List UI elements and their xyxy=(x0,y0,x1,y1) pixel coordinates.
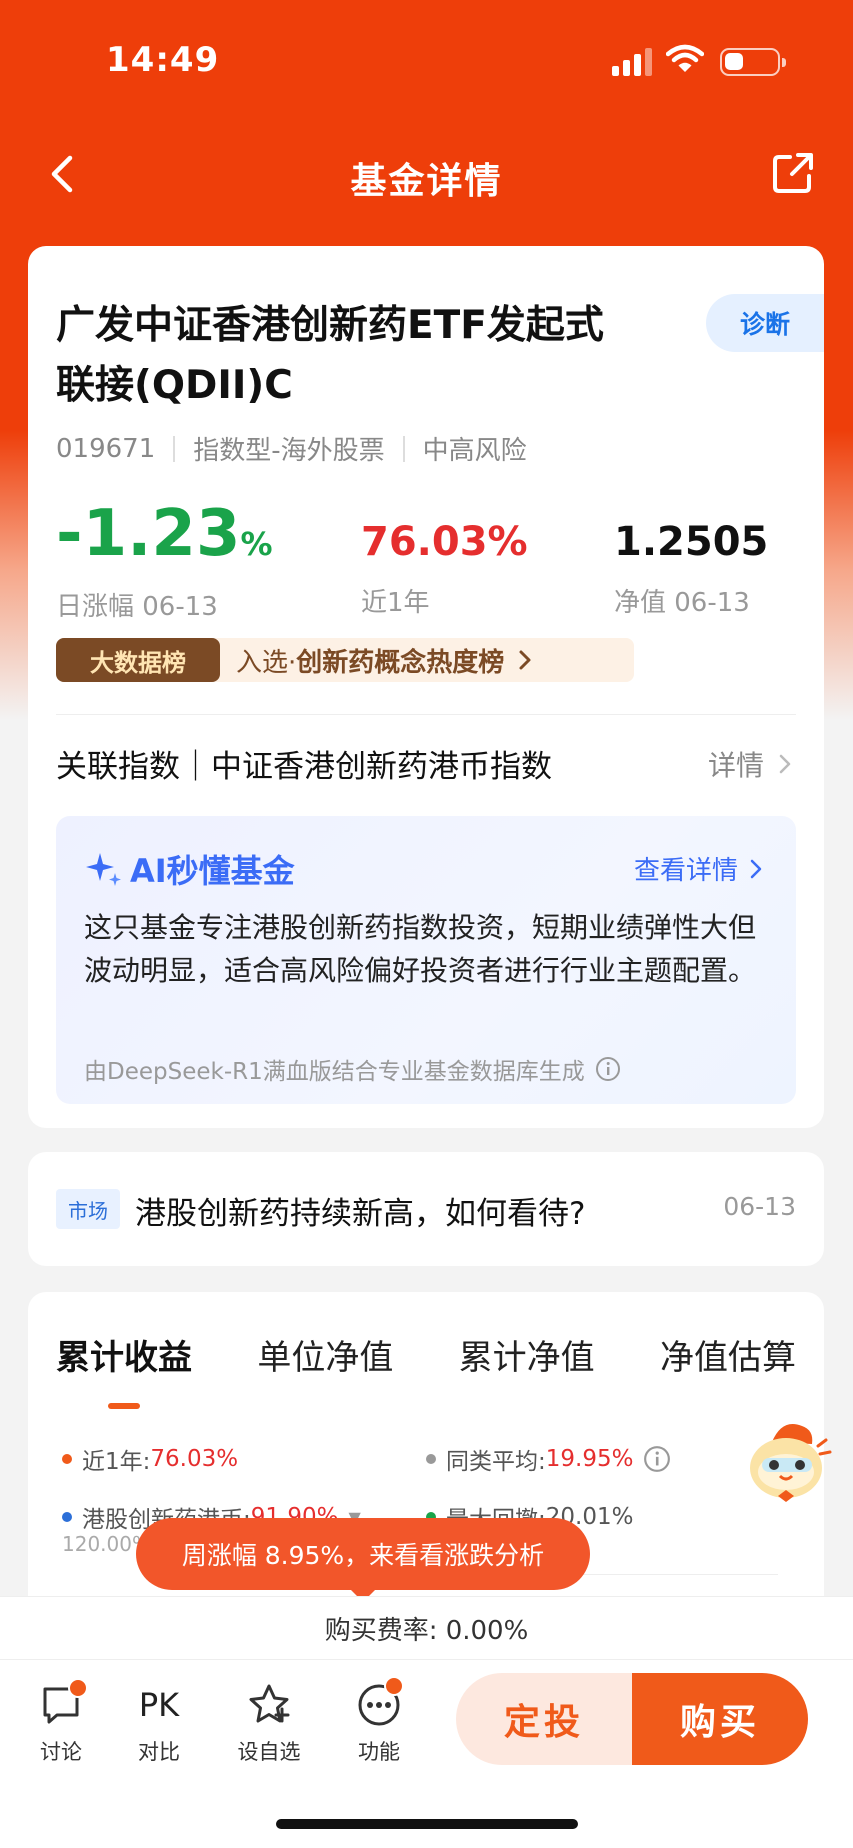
related-index-detail-link[interactable]: 详情 xyxy=(708,744,796,784)
legend-value: 76.03% xyxy=(150,1446,239,1472)
functions-label: 功能 xyxy=(358,1740,400,1764)
ai-summary-text: 这只基金专注港股创新药指数投资，短期业绩弹性大但波动明显，适合高风险偏好投资者进… xyxy=(84,911,757,987)
battery-icon xyxy=(720,48,786,76)
chevron-right-icon xyxy=(779,754,791,774)
purchase-fee-bar: 购买费率: 0.00% xyxy=(0,1596,853,1660)
daily-change-metric: -1.23% 日涨幅 06-13 xyxy=(56,498,273,623)
fund-summary-card: 广发中证香港创新药ETF发起式联接(QDII)C 诊断 019671 指数型-海… xyxy=(28,246,824,1128)
tab-cumulative-nav[interactable]: 累计净值 xyxy=(459,1330,595,1379)
info-icon[interactable] xyxy=(595,1056,621,1082)
news-title: 港股创新药持续新高，如何看待? xyxy=(135,1196,586,1232)
rank-name: 创新药概念热度榜 xyxy=(296,647,505,678)
fund-risk: 中高风险 xyxy=(422,436,527,466)
rank-prefix: 入选· xyxy=(236,647,297,678)
daily-change-label: 日涨幅 06-13 xyxy=(56,592,218,622)
one-year-metric: 76.03% 近1年 xyxy=(361,516,528,619)
home-indicator-area xyxy=(0,1774,853,1848)
news-card[interactable]: 市场 港股创新药持续新高，如何看待? 06-13 xyxy=(28,1152,824,1266)
rank-banner[interactable]: 大数据榜 入选·创新药概念热度榜 xyxy=(56,638,634,682)
status-bar: 14:49 xyxy=(0,0,853,120)
nav-label: 净值 06-13 xyxy=(614,588,750,618)
legend-peer-average: 同类平均: 19.95% xyxy=(426,1442,671,1476)
fund-code: 019671 xyxy=(56,433,156,464)
fund-category: 指数型-海外股票 xyxy=(193,436,385,466)
buy-button[interactable]: 购买 xyxy=(632,1673,808,1765)
notification-badge xyxy=(68,1678,88,1698)
chevron-right-icon xyxy=(519,650,531,670)
tab-unit-nav[interactable]: 单位净值 xyxy=(257,1330,393,1379)
tab-cumulative-return[interactable]: 累计收益 xyxy=(56,1330,192,1409)
legend-fund: 近1年: 76.03% xyxy=(62,1442,238,1476)
news-tag: 市场 xyxy=(56,1189,120,1229)
page-title: 基金详情 xyxy=(350,161,503,202)
watchlist-label: 设自选 xyxy=(237,1740,301,1764)
compare-label: 对比 xyxy=(138,1740,180,1764)
divider xyxy=(173,435,176,462)
one-year-value: 76.03% xyxy=(361,519,528,565)
notification-badge xyxy=(384,1676,404,1696)
weekly-change-tooltip[interactable]: 周涨幅 8.95%，来看看涨跌分析 xyxy=(136,1518,590,1602)
legend-dot xyxy=(426,1454,436,1464)
diagnose-button[interactable]: 诊断 xyxy=(706,294,824,352)
divider xyxy=(402,435,405,462)
legend-label: 近1年: xyxy=(82,1449,151,1475)
related-index-title: 关联指数｜中证香港创新药港币指数 xyxy=(56,748,552,785)
mascot-assistant-icon[interactable] xyxy=(742,1416,834,1508)
legend-dot xyxy=(62,1454,72,1464)
daily-change-value: -1.23 xyxy=(56,497,241,571)
fund-meta: 019671 指数型-海外股票 中高风险 xyxy=(56,430,527,467)
ai-source-note: 由DeepSeek-R1满血版结合专业基金数据库生成 xyxy=(84,1052,621,1086)
tab-nav-estimate[interactable]: 净值估算 xyxy=(660,1330,796,1379)
legend-label: 同类平均: xyxy=(446,1449,546,1475)
ai-detail-link[interactable]: 查看详情 xyxy=(634,850,766,887)
auto-invest-button[interactable]: 定投 xyxy=(456,1673,632,1765)
status-time: 14:49 xyxy=(106,40,220,80)
legend-value: 19.95% xyxy=(545,1446,634,1472)
chevron-right-icon xyxy=(750,859,762,878)
cellular-signal-icon xyxy=(612,48,654,76)
star-icon xyxy=(249,1684,290,1723)
chart-tabs: 累计收益 单位净值 累计净值 净值估算 xyxy=(56,1330,796,1409)
ai-title: AI秒懂基金 xyxy=(130,852,295,890)
discuss-button[interactable]: 讨论 xyxy=(26,1678,96,1766)
share-icon[interactable] xyxy=(770,150,816,196)
ai-summary-box: AI秒懂基金 查看详情 这只基金专注港股创新药指数投资，短期业绩弹性大但波动明显… xyxy=(56,816,796,1104)
watchlist-button[interactable]: 设自选 xyxy=(234,1680,304,1766)
one-year-label: 近1年 xyxy=(361,588,430,618)
nav-value: 1.2505 xyxy=(614,519,769,565)
ai-source-text: 由DeepSeek-R1满血版结合专业基金数据库生成 xyxy=(84,1059,585,1085)
fund-name: 广发中证香港创新药ETF发起式联接(QDII)C xyxy=(56,303,604,408)
pk-icon: PK xyxy=(138,1686,180,1724)
ai-link-label: 查看详情 xyxy=(633,856,738,886)
legend-dot xyxy=(62,1512,72,1522)
info-icon[interactable] xyxy=(643,1445,671,1473)
compare-button[interactable]: PK 对比 xyxy=(124,1680,194,1766)
section-divider xyxy=(56,714,796,715)
nav-bar: 基金详情 xyxy=(0,140,853,210)
sparkle-icon xyxy=(86,853,121,886)
detail-link-label: 详情 xyxy=(707,749,764,782)
news-date: 06-13 xyxy=(723,1192,796,1221)
nav-metric: 1.2505 净值 06-13 xyxy=(614,516,768,619)
functions-button[interactable]: 功能 xyxy=(344,1676,414,1766)
related-index-row[interactable]: 关联指数｜中证香港创新药港币指数 详情 xyxy=(56,740,796,786)
big-data-rank-tag: 大数据榜 xyxy=(56,638,220,682)
daily-change-unit: % xyxy=(240,525,273,563)
discuss-label: 讨论 xyxy=(40,1740,82,1764)
wifi-icon xyxy=(666,44,704,72)
home-indicator[interactable] xyxy=(276,1819,578,1829)
